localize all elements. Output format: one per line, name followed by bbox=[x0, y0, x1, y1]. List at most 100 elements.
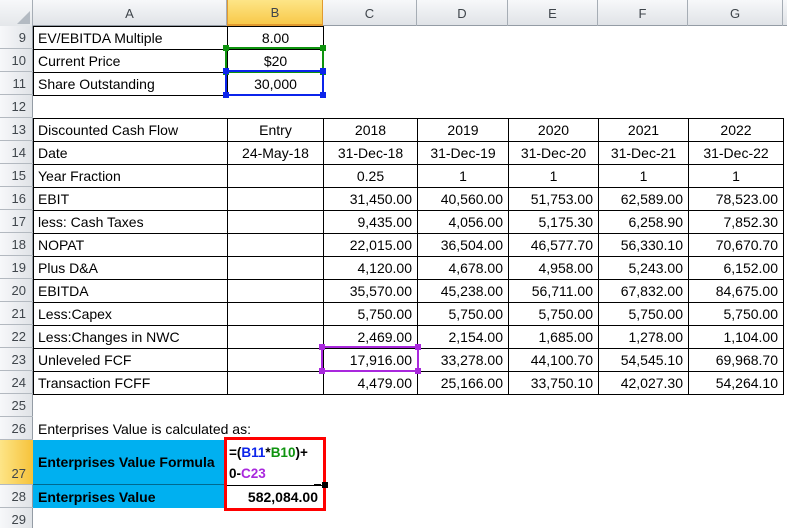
cell-A15[interactable]: Year Fraction bbox=[34, 165, 228, 188]
cell-G17[interactable]: 7,852.30 bbox=[689, 211, 784, 234]
cell-A14[interactable]: Date bbox=[34, 142, 228, 165]
cell-D21[interactable]: 5,750.00 bbox=[418, 303, 509, 326]
cell-G18[interactable]: 70,670.70 bbox=[689, 234, 784, 257]
cell-D15[interactable]: 1 bbox=[418, 165, 509, 188]
cell-E17[interactable]: 5,175.30 bbox=[509, 211, 599, 234]
cell-A17[interactable]: less: Cash Taxes bbox=[34, 211, 228, 234]
row-header-19[interactable]: 19 bbox=[0, 256, 33, 279]
cell-G14[interactable]: 31-Dec-22 bbox=[689, 142, 784, 165]
cell-G19[interactable]: 6,152.00 bbox=[689, 257, 784, 280]
cell-B15[interactable] bbox=[228, 165, 324, 188]
cell-A23[interactable]: Unleveled FCF bbox=[34, 349, 228, 372]
cell-B18[interactable] bbox=[228, 234, 324, 257]
row-header-17[interactable]: 17 bbox=[0, 210, 33, 233]
cell-A19[interactable]: Plus D&A bbox=[34, 257, 228, 280]
cell-A21[interactable]: Less:Capex bbox=[34, 303, 228, 326]
cell-D13[interactable]: 2019 bbox=[418, 119, 509, 142]
cell-F15[interactable]: 1 bbox=[599, 165, 689, 188]
selection-handle[interactable] bbox=[320, 68, 326, 74]
cell-B23[interactable] bbox=[228, 349, 324, 372]
cell-B13[interactable]: Entry bbox=[228, 119, 324, 142]
column-header-C[interactable]: C bbox=[323, 0, 417, 26]
cell-E20[interactable]: 56,711.00 bbox=[509, 280, 599, 303]
column-header-E[interactable]: E bbox=[508, 0, 598, 26]
selection-handle[interactable] bbox=[223, 45, 229, 51]
cell-A22[interactable]: Less:Changes in NWC bbox=[34, 326, 228, 349]
cell-A20[interactable]: EBITDA bbox=[34, 280, 228, 303]
selection-handle[interactable] bbox=[415, 344, 421, 350]
selection-handle[interactable] bbox=[319, 344, 325, 350]
row-header-23[interactable]: 23 bbox=[0, 348, 33, 371]
cell-E19[interactable]: 4,958.00 bbox=[509, 257, 599, 280]
cell-D18[interactable]: 36,504.00 bbox=[418, 234, 509, 257]
cell-B20[interactable] bbox=[228, 280, 324, 303]
row-header-10[interactable]: 10 bbox=[0, 49, 33, 72]
cell-F20[interactable]: 67,832.00 bbox=[599, 280, 689, 303]
cell-G24[interactable]: 54,264.10 bbox=[689, 372, 784, 395]
cell-A28-enterprises-value-label[interactable]: Enterprises Value bbox=[33, 485, 227, 508]
cell-F22[interactable]: 1,278.00 bbox=[599, 326, 689, 349]
row-header-9[interactable]: 9 bbox=[0, 26, 33, 49]
row-header-21[interactable]: 21 bbox=[0, 302, 33, 325]
row-header-28[interactable]: 28 bbox=[0, 485, 33, 508]
selection-handle[interactable] bbox=[415, 368, 421, 374]
row-header-25[interactable]: 25 bbox=[0, 394, 33, 417]
selection-handle[interactable] bbox=[320, 92, 326, 98]
cell-C15[interactable]: 0.25 bbox=[324, 165, 418, 188]
cell-A11[interactable]: Share Outstanding bbox=[34, 73, 228, 96]
cell-A26-caption[interactable]: Enterprises Value is calculated as: bbox=[34, 417, 251, 440]
cell-A24[interactable]: Transaction FCFF bbox=[34, 372, 228, 395]
cell-E21[interactable]: 5,750.00 bbox=[509, 303, 599, 326]
cell-E18[interactable]: 46,577.70 bbox=[509, 234, 599, 257]
cell-B21[interactable] bbox=[228, 303, 324, 326]
cell-C20[interactable]: 35,570.00 bbox=[324, 280, 418, 303]
cell-D19[interactable]: 4,678.00 bbox=[418, 257, 509, 280]
cell-F24[interactable]: 42,027.30 bbox=[599, 372, 689, 395]
selection-handle[interactable] bbox=[223, 92, 229, 98]
selection-handle[interactable] bbox=[223, 68, 229, 74]
select-all-corner[interactable] bbox=[0, 0, 33, 26]
cell-F13[interactable]: 2021 bbox=[599, 119, 689, 142]
cell-B19[interactable] bbox=[228, 257, 324, 280]
cell-F16[interactable]: 62,589.00 bbox=[599, 188, 689, 211]
cell-E16[interactable]: 51,753.00 bbox=[509, 188, 599, 211]
cell-B22[interactable] bbox=[228, 326, 324, 349]
cell-F23[interactable]: 54,545.10 bbox=[599, 349, 689, 372]
row-header-29[interactable]: 29 bbox=[0, 508, 33, 528]
cell-E23[interactable]: 44,100.70 bbox=[509, 349, 599, 372]
cell-E13[interactable]: 2020 bbox=[509, 119, 599, 142]
cell-F14[interactable]: 31-Dec-21 bbox=[599, 142, 689, 165]
cell-F18[interactable]: 56,330.10 bbox=[599, 234, 689, 257]
row-header-27[interactable]: 27 bbox=[0, 440, 33, 485]
cell-C16[interactable]: 31,450.00 bbox=[324, 188, 418, 211]
cell-G21[interactable]: 5,750.00 bbox=[689, 303, 784, 326]
cell-G22[interactable]: 1,104.00 bbox=[689, 326, 784, 349]
cell-G15[interactable]: 1 bbox=[689, 165, 784, 188]
cell-B16[interactable] bbox=[228, 188, 324, 211]
cell-E14[interactable]: 31-Dec-20 bbox=[509, 142, 599, 165]
cell-C17[interactable]: 9,435.00 bbox=[324, 211, 418, 234]
row-header-20[interactable]: 20 bbox=[0, 279, 33, 302]
cell-D14[interactable]: 31-Dec-19 bbox=[418, 142, 509, 165]
row-header-18[interactable]: 18 bbox=[0, 233, 33, 256]
cell-B24[interactable] bbox=[228, 372, 324, 395]
cell-C19[interactable]: 4,120.00 bbox=[324, 257, 418, 280]
cell-F17[interactable]: 6,258.90 bbox=[599, 211, 689, 234]
cell-G16[interactable]: 78,523.00 bbox=[689, 188, 784, 211]
cell-C13[interactable]: 2018 bbox=[324, 119, 418, 142]
column-header-G[interactable]: G bbox=[688, 0, 783, 26]
selection-handle[interactable] bbox=[320, 45, 326, 51]
cell-C24[interactable]: 4,479.00 bbox=[324, 372, 418, 395]
column-header-A[interactable]: A bbox=[33, 0, 227, 26]
cell-D24[interactable]: 25,166.00 bbox=[418, 372, 509, 395]
row-header-14[interactable]: 14 bbox=[0, 141, 33, 164]
cell-A18[interactable]: NOPAT bbox=[34, 234, 228, 257]
row-header-15[interactable]: 15 bbox=[0, 164, 33, 187]
cell-A16[interactable]: EBIT bbox=[34, 188, 228, 211]
cell-G23[interactable]: 69,968.70 bbox=[689, 349, 784, 372]
cell-E22[interactable]: 1,685.00 bbox=[509, 326, 599, 349]
cell-A13[interactable]: Discounted Cash Flow bbox=[34, 119, 228, 142]
cell-F21[interactable]: 5,750.00 bbox=[599, 303, 689, 326]
column-header-F[interactable]: F bbox=[598, 0, 688, 26]
reference-outline-c23[interactable] bbox=[319, 344, 421, 374]
